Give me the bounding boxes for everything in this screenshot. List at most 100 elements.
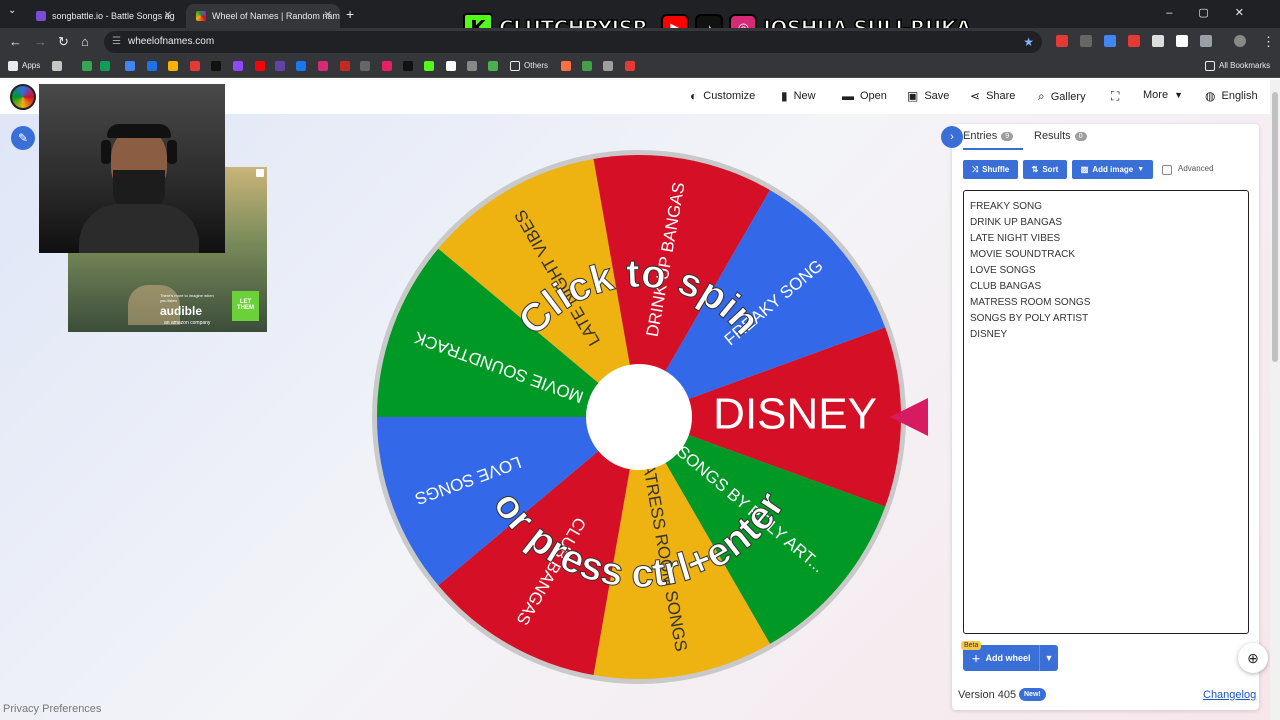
close-tab-icon[interactable]: ✕ <box>324 10 332 21</box>
wheel-center[interactable] <box>586 364 692 470</box>
forward-icon[interactable]: → <box>34 34 47 49</box>
bookmark-icon[interactable] <box>52 61 62 71</box>
extension-icon[interactable] <box>1176 35 1188 47</box>
bookmark-icon[interactable] <box>255 61 265 71</box>
edit-pencil-button[interactable]: ✎ <box>11 126 35 150</box>
site-info-icon[interactable]: ☰ <box>112 31 121 53</box>
bookmark-folder-others[interactable]: Others <box>524 61 548 70</box>
address-bar[interactable]: ☰ wheelofnames.com ★ <box>104 31 1042 53</box>
more-button[interactable]: More ▼ <box>1143 89 1183 101</box>
collapse-panel-chevron-icon[interactable]: › <box>941 126 963 148</box>
browser-toolbar: ← → ↻ ⌂ ☰ wheelofnames.com ★ ⋮ <box>0 28 1280 56</box>
tab-entries[interactable]: Entries 9 <box>963 130 1014 142</box>
bookmark-icon[interactable] <box>561 61 571 71</box>
new-tab-icon[interactable]: + <box>346 6 354 22</box>
back-icon[interactable]: ← <box>9 34 22 49</box>
wheel-graphic[interactable]: DISNEYSONGS BY POLY ART...MATRESS ROOM S… <box>372 150 906 684</box>
reload-icon[interactable]: ↻ <box>58 34 69 50</box>
add-image-button[interactable]: ▨ Add image ▼ <box>1072 160 1153 179</box>
spin-wheel[interactable]: DISNEY SONGS BY POLY ART... MATRESS ROOM S… <box>372 150 906 684</box>
ad-choices-icon[interactable] <box>256 169 264 177</box>
changelog-link[interactable]: Changelog <box>1203 689 1256 701</box>
extension-icon[interactable] <box>1128 35 1140 47</box>
bookmark-star-icon[interactable]: ★ <box>1023 31 1034 53</box>
bookmark-icon[interactable] <box>382 61 392 71</box>
extensions-puzzle-icon[interactable] <box>1200 35 1212 47</box>
browser-menu-icon[interactable]: ⋮ <box>1262 34 1275 50</box>
caret-down-icon: ▼ <box>1174 90 1183 100</box>
bookmark-icon[interactable] <box>125 61 135 71</box>
bookmark-icon[interactable] <box>275 61 285 71</box>
bookmark-icon[interactable] <box>318 61 328 71</box>
entry-line: LATE NIGHT VIBES <box>970 233 1061 244</box>
bookmark-icon[interactable] <box>582 61 592 71</box>
extension-icon[interactable] <box>1056 35 1068 47</box>
bookmark-icon[interactable] <box>360 61 370 71</box>
bookmark-icon[interactable] <box>82 61 92 71</box>
entry-line: CLUB BANGAS <box>970 281 1042 292</box>
home-icon[interactable]: ⌂ <box>81 34 89 49</box>
open-button[interactable]: ▬ Open <box>842 89 887 103</box>
language-button[interactable]: ◍ English <box>1205 89 1258 103</box>
scrollbar-thumb[interactable] <box>1272 92 1278 362</box>
url-text: wheelofnames.com <box>128 36 215 47</box>
ad-cta[interactable]: LET THEM <box>232 291 259 321</box>
search-icon: ⌕ <box>1038 89 1045 103</box>
new-button[interactable]: ▮ New <box>781 89 816 103</box>
wheel-of-names-logo[interactable] <box>10 84 36 110</box>
all-bookmarks[interactable]: All Bookmarks <box>1219 61 1270 70</box>
entries-textarea[interactable]: FREAKY SONG DRINK UP BANGAS LATE NIGHT VIB… <box>963 190 1249 634</box>
share-button[interactable]: ⋖ Share <box>970 89 1015 103</box>
bookmark-icon[interactable] <box>147 61 157 71</box>
bookmark-icon[interactable] <box>403 61 413 71</box>
share-label: Share <box>986 90 1016 102</box>
tab-results[interactable]: Results 0 <box>1034 130 1087 142</box>
zoom-search-icon[interactable]: ⊕ <box>1238 643 1268 673</box>
extension-icon[interactable] <box>1080 35 1092 47</box>
bookmark-icon[interactable] <box>296 61 306 71</box>
advanced-checkbox[interactable] <box>1162 165 1172 175</box>
headset-icon <box>101 140 111 164</box>
bookmark-icon[interactable] <box>424 61 434 71</box>
extension-icon[interactable] <box>1104 35 1116 47</box>
bookmark-icon[interactable] <box>233 61 243 71</box>
fullscreen-button[interactable]: ⛶ <box>1111 89 1119 104</box>
entry-line: FREAKY SONG <box>970 201 1043 212</box>
bookmark-icon[interactable] <box>168 61 178 71</box>
gallery-button[interactable]: ⌕ Gallery <box>1038 89 1086 104</box>
browser-tab-wheelofnames[interactable]: Wheel of Names | Random nam ✕ <box>186 4 340 28</box>
extension-icon[interactable] <box>1152 35 1164 47</box>
bookmark-icon[interactable] <box>190 61 200 71</box>
save-button[interactable]: ▣ Save <box>907 89 949 103</box>
bookmark-icon[interactable] <box>211 61 221 71</box>
privacy-preferences-link[interactable]: Privacy Preferences <box>3 703 101 715</box>
bookmark-icon[interactable] <box>603 61 613 71</box>
browser-tab-songbattle[interactable]: songbattle.io - Battle Songs ag ✕ <box>26 4 180 28</box>
webcam-overlay <box>39 84 225 253</box>
headset-icon <box>167 140 177 164</box>
bookmarks-bar: Apps Others All Bookmarks <box>0 56 1280 78</box>
bookmark-icon[interactable] <box>340 61 350 71</box>
bookmark-icon[interactable] <box>488 61 498 71</box>
bookmark-icon[interactable] <box>625 61 635 71</box>
version-text: Version 405 <box>958 689 1017 701</box>
shuffle-button[interactable]: ⤨ Shuffle <box>963 160 1018 179</box>
entry-line: DISNEY <box>970 329 1008 340</box>
results-count-badge: 0 <box>1074 131 1087 141</box>
bookmark-apps[interactable]: Apps <box>22 61 40 70</box>
close-tab-icon[interactable]: ✕ <box>164 10 172 21</box>
songbattle-favicon <box>36 11 46 21</box>
bookmark-icon[interactable] <box>467 61 477 71</box>
webcam-shoulders <box>79 204 199 253</box>
entry-line: DRINK UP BANGAS <box>970 217 1063 228</box>
customize-button[interactable]: ◐ Customize <box>690 89 755 103</box>
sort-button[interactable]: ⇅ Sort <box>1023 160 1067 179</box>
bookmark-icon[interactable] <box>446 61 456 71</box>
add-wheel-dropdown[interactable]: ▼ <box>1039 645 1058 671</box>
window-controls[interactable]: –▢✕ <box>1166 6 1270 19</box>
profile-avatar[interactable] <box>1234 35 1246 47</box>
tab-search-icon[interactable]: ⌄ <box>8 5 16 16</box>
sort-label: Sort <box>1042 165 1059 174</box>
bookmark-icon[interactable] <box>100 61 110 71</box>
caret-down-icon: ▼ <box>1137 166 1145 173</box>
